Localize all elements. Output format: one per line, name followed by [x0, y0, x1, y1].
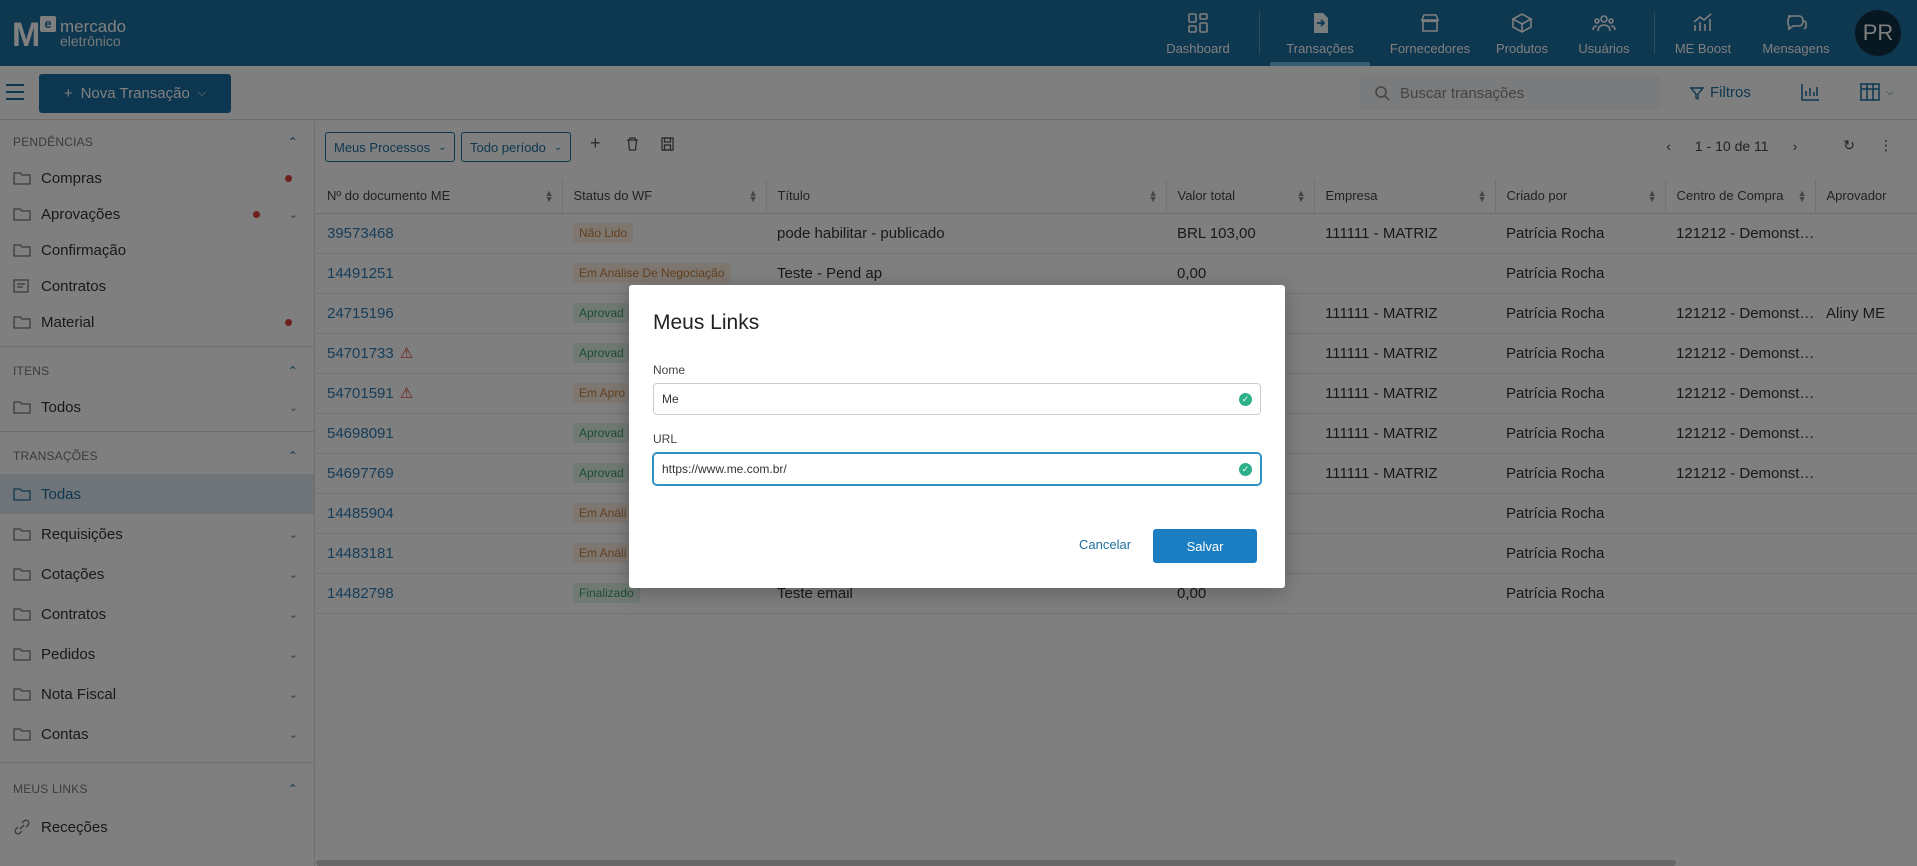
- name-input[interactable]: [662, 392, 1239, 406]
- check-icon: ✓: [1239, 462, 1252, 476]
- check-icon: ✓: [1239, 392, 1252, 406]
- url-field[interactable]: ✓: [653, 453, 1261, 485]
- save-button[interactable]: Salvar: [1153, 529, 1257, 563]
- url-input[interactable]: [662, 462, 1239, 476]
- dialog-title: Meus Links: [653, 311, 760, 334]
- name-label: Nome: [653, 363, 686, 377]
- cancel-button[interactable]: Cancelar: [1079, 537, 1131, 552]
- url-label: URL: [653, 432, 678, 446]
- my-links-dialog: Meus Links Nome ✓ URL ✓ Cancelar Salvar: [629, 285, 1285, 588]
- name-field[interactable]: ✓: [653, 383, 1261, 415]
